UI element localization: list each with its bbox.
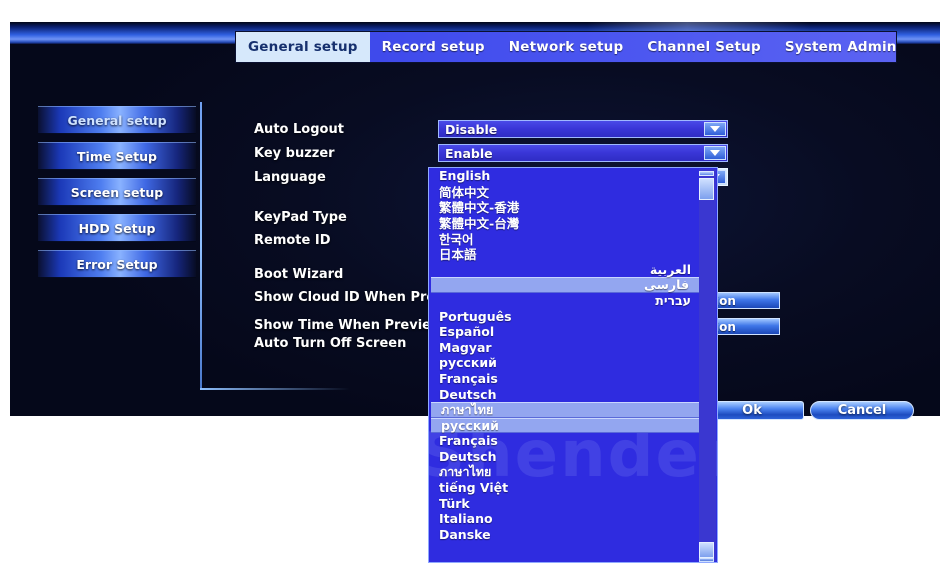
position-button[interactable]: Position (710, 292, 780, 309)
dropdown-option[interactable]: العربية (429, 262, 701, 278)
select-value: Disable (445, 121, 498, 137)
dropdown-option[interactable]: Danske (429, 527, 701, 543)
label-keypad-type: KeyPad Type (254, 210, 347, 225)
dropdown-option[interactable]: فارسی (431, 277, 699, 293)
dropdown-option[interactable]: עברית (429, 293, 701, 309)
tab-network-setup[interactable]: Network setup (497, 32, 636, 62)
label-key-buzzer: Key buzzer (254, 146, 335, 161)
scrollbar-thumb[interactable] (699, 178, 714, 200)
tab-label: System Admin (784, 39, 897, 55)
tab-label: Record setup (381, 39, 485, 55)
tab-bar: General setup Record setup Network setup Ch… (236, 32, 896, 62)
scrollbar-up-arrow[interactable] (699, 171, 714, 176)
tab-general-setup[interactable]: General setup (236, 32, 370, 62)
chevron-down-icon[interactable] (704, 146, 726, 160)
dropdown-option[interactable]: Türk (429, 495, 701, 511)
dropdown-options: English 简体中文 繁體中文-香港 繁體中文-台灣 한국어 日本語 العربية فا… (429, 168, 701, 542)
label-auto-turn-off-screen: Auto Turn Off Screen (254, 336, 407, 351)
tab-label: General setup (248, 39, 358, 55)
select-key-buzzer[interactable]: Enable (438, 144, 728, 162)
label-remote-id: Remote ID (254, 233, 331, 248)
sidebar-divider-horizontal (200, 388, 350, 390)
label-show-time-when-preview: Show Time When Preview (254, 318, 444, 333)
tab-record-setup[interactable]: Record setup (370, 32, 497, 62)
label-boot-wizard: Boot Wizard (254, 267, 344, 282)
dropdown-option[interactable]: Español (429, 324, 701, 340)
label-language: Language (254, 170, 326, 185)
sidebar-item-hdd-setup[interactable]: HDD Setup (38, 214, 196, 242)
dropdown-option[interactable]: Français (429, 433, 701, 449)
sidebar-item-label: HDD Setup (78, 220, 156, 236)
tab-label: Channel Setup (647, 39, 761, 55)
sidebar-item-general-setup[interactable]: General setup (38, 106, 196, 134)
sidebar-divider (200, 102, 202, 390)
scrollbar-down-arrow[interactable] (699, 542, 714, 558)
cancel-button-label: Cancel (837, 403, 887, 418)
sidebar-item-label: Error Setup (76, 256, 158, 272)
dropdown-option[interactable]: Português (429, 308, 701, 324)
sidebar-item-label: Time Setup (77, 148, 157, 164)
sidebar-item-label: Screen setup (70, 184, 164, 200)
sidebar-item-time-setup[interactable]: Time Setup (38, 142, 196, 170)
cancel-button[interactable]: Cancel (810, 401, 914, 420)
dropdown-option[interactable]: 日本語 (429, 246, 701, 262)
dropdown-option[interactable]: Italiano (429, 511, 701, 527)
dropdown-option[interactable]: ภาษาไทย (431, 402, 699, 418)
sidebar: General setup Time Setup Screen setup HDD S… (38, 106, 196, 286)
ok-button-label: Ok (742, 403, 762, 418)
dropdown-option[interactable]: tiếng Việt (429, 480, 701, 496)
dropdown-option[interactable]: Français (429, 371, 701, 387)
select-auto-logout[interactable]: Disable (438, 120, 728, 138)
tab-label: Network setup (508, 39, 624, 55)
language-dropdown-list[interactable]: Shender English 简体中文 繁體中文-香港 繁體中文-台灣 한국어 日本語 ا… (428, 167, 718, 563)
select-value: Enable (445, 145, 493, 161)
tab-system-admin[interactable]: System Admin (773, 32, 909, 62)
position-button[interactable]: Position (710, 318, 780, 335)
dropdown-option[interactable]: ภาษาไทย (429, 464, 701, 480)
scrollbar-down-track[interactable] (699, 558, 714, 562)
sidebar-item-error-setup[interactable]: Error Setup (38, 250, 196, 278)
dropdown-option[interactable]: русский (431, 417, 699, 434)
sidebar-item-screen-setup[interactable]: Screen setup (38, 178, 196, 206)
sidebar-item-label: General setup (67, 112, 167, 128)
dropdown-option[interactable]: русский (429, 355, 701, 371)
tab-channel-setup[interactable]: Channel Setup (635, 32, 773, 62)
dropdown-option[interactable]: Magyar (429, 340, 701, 356)
chevron-down-icon[interactable] (704, 122, 726, 136)
label-auto-logout: Auto Logout (254, 122, 344, 137)
dropdown-scrollbar[interactable] (699, 169, 716, 562)
